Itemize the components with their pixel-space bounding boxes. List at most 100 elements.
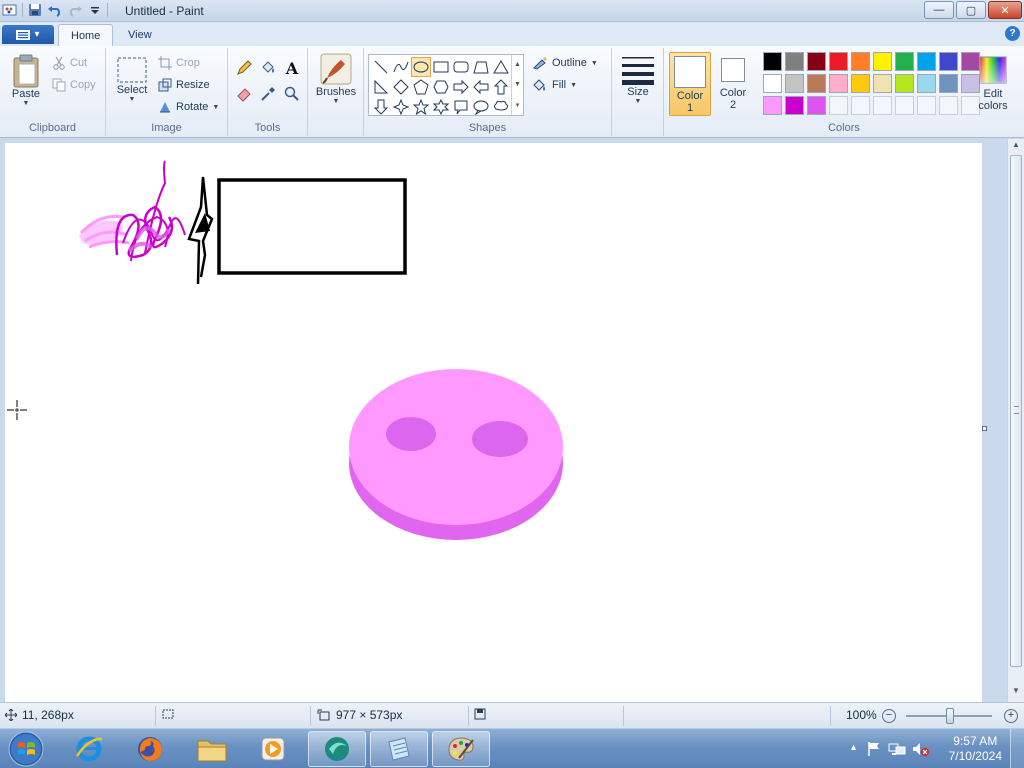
palette-swatch[interactable] — [785, 96, 804, 115]
shapes-scroll[interactable]: ▲ ▼ ▾ — [511, 55, 523, 115]
text-tool[interactable]: A — [282, 58, 302, 78]
size-button[interactable]: Size ▼ — [618, 54, 658, 105]
zoom-out-button[interactable]: − — [882, 709, 896, 723]
redo-icon[interactable] — [67, 2, 83, 18]
volume-muted-icon[interactable] — [912, 741, 930, 757]
palette-swatch[interactable] — [939, 96, 958, 115]
maximize-button[interactable]: ▢ — [956, 1, 986, 19]
palette-swatch[interactable] — [785, 52, 804, 71]
pencil-tool[interactable] — [234, 58, 254, 78]
cut-button[interactable]: Cut — [52, 56, 87, 70]
scroll-down-arrow-icon[interactable]: ▼ — [1008, 686, 1024, 700]
shape-rounded-callout[interactable] — [451, 97, 471, 117]
palette-swatch[interactable] — [873, 96, 892, 115]
zoom-slider-thumb[interactable] — [946, 708, 954, 724]
scroll-up-icon[interactable]: ▲ — [514, 61, 521, 68]
palette-swatch[interactable] — [807, 96, 826, 115]
shape-down-arrow[interactable] — [371, 97, 391, 117]
taskbar-paint[interactable] — [432, 731, 490, 767]
fill-button[interactable]: Fill ▼ — [532, 78, 577, 92]
palette-swatch[interactable] — [895, 52, 914, 71]
shape-oval[interactable] — [411, 57, 431, 77]
eraser-tool[interactable] — [234, 84, 254, 104]
select-button[interactable]: Select ▼ — [112, 56, 152, 103]
shape-up-arrow[interactable] — [491, 77, 511, 97]
shape-five-point-star[interactable] — [411, 97, 431, 117]
canvas-resize-handle[interactable] — [982, 426, 987, 431]
palette-swatch[interactable] — [851, 52, 870, 71]
minimize-button[interactable]: — — [924, 1, 954, 19]
scrollbar-thumb[interactable] — [1010, 155, 1022, 667]
drawing-canvas[interactable] — [5, 143, 982, 702]
help-icon[interactable]: ? — [1005, 26, 1020, 41]
shape-rounded-rectangle[interactable] — [451, 57, 471, 77]
outline-button[interactable]: Outline ▼ — [532, 56, 598, 70]
palette-swatch[interactable] — [763, 74, 782, 93]
palette-swatch[interactable] — [829, 96, 848, 115]
palette-swatch[interactable] — [917, 96, 936, 115]
customize-qat-icon[interactable] — [87, 2, 103, 18]
palette-swatch[interactable] — [873, 74, 892, 93]
taskbar-firefox[interactable] — [121, 731, 179, 767]
shape-triangle[interactable] — [491, 57, 511, 77]
shape-four-point-star[interactable] — [391, 97, 411, 117]
show-hidden-icons-icon[interactable]: ▲ — [849, 742, 858, 752]
resize-button[interactable]: Resize — [158, 78, 210, 92]
palette-swatch[interactable] — [829, 52, 848, 71]
network-icon[interactable] — [888, 741, 906, 757]
shape-left-arrow[interactable] — [471, 77, 491, 97]
scroll-down-icon[interactable]: ▼ — [514, 81, 521, 88]
shape-right-triangle[interactable] — [371, 77, 391, 97]
taskbar-app-running-2[interactable] — [370, 731, 428, 767]
shape-diamond[interactable] — [391, 77, 411, 97]
gallery-expand-icon[interactable]: ▾ — [516, 101, 520, 109]
start-button[interactable] — [4, 731, 48, 767]
shape-line[interactable] — [371, 57, 391, 77]
crop-button[interactable]: Crop — [158, 56, 200, 70]
color-1-selector[interactable]: Color 1 — [669, 52, 711, 116]
paint-menu-button[interactable]: ▾ — [2, 25, 54, 44]
close-button[interactable]: ✕ — [988, 1, 1022, 19]
palette-swatch[interactable] — [785, 74, 804, 93]
shape-hexagon[interactable] — [431, 77, 451, 97]
taskbar-internet-explorer[interactable] — [60, 731, 118, 767]
shape-right-arrow[interactable] — [451, 77, 471, 97]
magnifier-tool[interactable] — [282, 84, 302, 104]
paste-button[interactable]: Paste ▼ — [6, 54, 46, 107]
palette-swatch[interactable] — [895, 96, 914, 115]
palette-swatch[interactable] — [917, 74, 936, 93]
color-2-selector[interactable]: Color 2 — [712, 52, 754, 116]
paint-app-icon[interactable] — [2, 2, 18, 18]
rotate-button[interactable]: Rotate ▼ — [158, 100, 219, 114]
palette-swatch[interactable] — [851, 74, 870, 93]
taskbar-app-running-1[interactable] — [308, 731, 366, 767]
tab-home[interactable]: Home — [58, 24, 114, 46]
palette-swatch[interactable] — [829, 74, 848, 93]
palette-swatch[interactable] — [763, 96, 782, 115]
taskbar-media-player[interactable] — [244, 731, 302, 767]
shape-cloud-callout[interactable] — [491, 97, 511, 117]
palette-swatch[interactable] — [939, 52, 958, 71]
palette-swatch[interactable] — [807, 52, 826, 71]
fill-tool[interactable] — [258, 58, 278, 78]
palette-swatch[interactable] — [895, 74, 914, 93]
edit-colors-button[interactable]: Edit colors — [973, 52, 1013, 116]
tab-view[interactable]: View — [116, 24, 164, 46]
show-desktop-button[interactable] — [1010, 729, 1024, 768]
clock[interactable]: 9:57 AM 7/10/2024 — [949, 734, 1002, 764]
palette-swatch[interactable] — [917, 52, 936, 71]
palette-swatch[interactable] — [873, 52, 892, 71]
scroll-up-arrow-icon[interactable]: ▲ — [1008, 140, 1024, 154]
palette-swatch[interactable] — [851, 96, 870, 115]
shape-six-point-star[interactable] — [431, 97, 451, 117]
shape-rectangle[interactable] — [431, 57, 451, 77]
copy-button[interactable]: Copy — [52, 78, 96, 92]
undo-icon[interactable] — [47, 2, 63, 18]
color-picker-tool[interactable] — [258, 84, 278, 104]
shape-curve[interactable] — [391, 57, 411, 77]
brushes-button[interactable]: Brushes ▼ — [314, 52, 358, 105]
save-icon[interactable] — [27, 2, 43, 18]
palette-swatch[interactable] — [763, 52, 782, 71]
zoom-slider[interactable] — [906, 708, 992, 724]
palette-swatch[interactable] — [939, 74, 958, 93]
